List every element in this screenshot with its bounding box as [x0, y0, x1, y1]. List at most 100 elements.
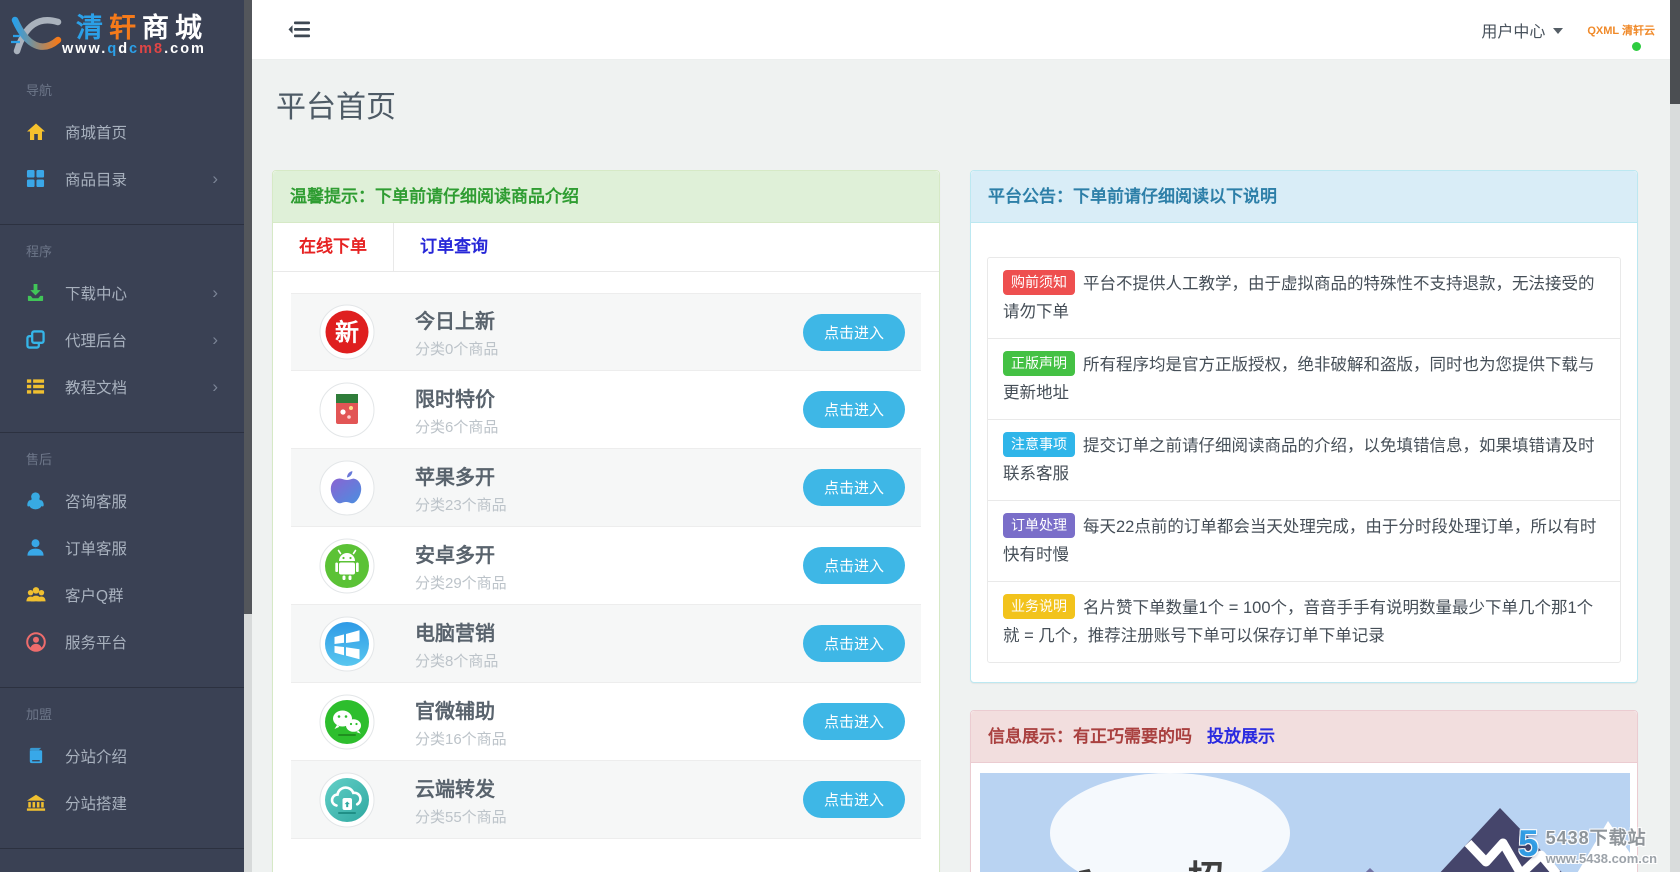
sidebar-scrollbar-thumb[interactable] [244, 0, 252, 614]
sidebar-item-label: 订单客服 [65, 537, 127, 559]
bank-icon [26, 793, 46, 813]
user-center-menu[interactable]: 用户中心 [1481, 18, 1563, 42]
sidebar-item-label: 咨询客服 [65, 490, 127, 512]
sidebar-item-客户Q群[interactable]: 客户Q群 [0, 571, 244, 618]
users-icon [26, 585, 46, 605]
sidebar-toggle-icon[interactable] [288, 21, 311, 38]
enter-button[interactable]: 点击进入 [803, 781, 905, 818]
tips-panel: 温馨提示：下单前请仔细阅读商品介绍 在线下单订单查询 新今日上新分类0个商品点击… [272, 170, 940, 872]
notice-badge: 注意事项 [1003, 432, 1075, 457]
category-list: 新今日上新分类0个商品点击进入限时特价分类6个商品点击进入苹果多开分类23个商品… [291, 293, 921, 839]
sidebar-section-label: 加盟 [0, 698, 244, 732]
chevron-down-icon [1553, 28, 1563, 34]
chevron-right-icon: › [212, 378, 218, 395]
category-row: 云端转发分类55个商品 点击进入 [291, 761, 921, 839]
announcement-panel: 平台公告：下单前请仔细阅读以下说明 购前须知平台不提供人工教学，由于虚拟商品的特… [970, 170, 1638, 683]
brand-url-segment: www. [62, 41, 107, 57]
sidebar-section: 售后咨询客服订单客服客户Q群服务平台 [0, 433, 244, 688]
grid-icon [26, 169, 46, 189]
category-text: 限时特价分类6个商品 [415, 383, 498, 437]
sidebar-item-商城首页[interactable]: 商城首页 [0, 108, 244, 155]
sidebar-item-服务平台[interactable]: 服务平台 [0, 618, 244, 665]
category-count: 分类29个商品 [415, 572, 507, 593]
sidebar-item-label: 代理后台 [65, 329, 127, 351]
notice-item: 业务说明名片赞下单数量1个 = 100个，音音手手有说明数量最少下单几个那1个就… [988, 581, 1620, 662]
sidebar-section: 加盟分站介绍分站搭建 [0, 688, 244, 849]
tab-在线下单[interactable]: 在线下单 [273, 223, 394, 271]
gift-icon [319, 382, 375, 438]
android-icon [319, 538, 375, 594]
brand-url-segment: m [139, 41, 154, 57]
category-count: 分类16个商品 [415, 728, 507, 749]
notice-badge: 购前须知 [1003, 270, 1075, 295]
category-row: 新今日上新分类0个商品点击进入 [291, 293, 921, 371]
category-title: 限时特价 [415, 383, 498, 412]
sidebar-item-label: 商城首页 [65, 121, 127, 143]
category-count: 分类55个商品 [415, 806, 507, 827]
notice-text: 所有程序均是官方正版授权，绝非破解和盗版，同时也为您提供下载与更新地址 [1003, 356, 1595, 402]
notice-badge: 订单处理 [1003, 513, 1075, 538]
category-row: 限时特价分类6个商品 点击进入 [291, 371, 921, 449]
chevron-right-icon: › [212, 170, 218, 187]
info-panel-header: 信息展示：有正巧需要的吗 投放展示 [971, 711, 1637, 763]
ad-char-guang: 广 [1035, 867, 1133, 872]
site-mini-logo[interactable]: QXML 清轩云 [1587, 21, 1655, 39]
category-row: 苹果多开分类23个商品点击进入 [291, 449, 921, 527]
enter-button[interactable]: 点击进入 [803, 314, 905, 351]
tab-订单查询[interactable]: 订单查询 [394, 223, 514, 271]
category-row: 官微辅助分类16个商品 点击进入 [291, 683, 921, 761]
user-icon [26, 538, 46, 558]
book-icon [26, 746, 46, 766]
main-content: 平台首页 温馨提示：下单前请仔细阅读商品介绍 在线下单订单查询 新今日上新分类0… [252, 60, 1670, 872]
wechat-icon [319, 694, 375, 750]
new-badge-icon: 新 [319, 304, 375, 360]
page-title: 平台首页 [276, 82, 396, 126]
category-count: 分类6个商品 [415, 416, 498, 437]
sidebar-section-label: 导航 [0, 74, 244, 108]
sidebar-section-label: 程序 [0, 235, 244, 269]
brand-logo[interactable]: 清轩商城 www.qdcm8.com [0, 0, 244, 64]
sidebar-item-订单客服[interactable]: 订单客服 [0, 524, 244, 571]
notice-list: 购前须知平台不提供人工教学，由于虚拟商品的特殊性不支持退款，无法接受的请勿下单正… [987, 257, 1621, 663]
sidebar-item-代理后台[interactable]: 代理后台› [0, 316, 244, 363]
place-ad-link[interactable]: 投放展示 [1207, 711, 1275, 763]
category-text: 云端转发分类55个商品 [415, 773, 507, 827]
page-scrollbar-thumb[interactable] [1670, 0, 1680, 104]
sidebar-item-分站搭建[interactable]: 分站搭建 [0, 779, 244, 826]
apple-icon [319, 460, 375, 516]
sidebar-item-label: 分站介绍 [65, 745, 127, 767]
brand-title: 清轩商城 [76, 6, 208, 45]
category-text: 安卓多开分类29个商品 [415, 539, 507, 593]
enter-button[interactable]: 点击进入 [803, 469, 905, 506]
home-icon [26, 122, 46, 142]
sidebar-item-教程文档[interactable]: 教程文档› [0, 363, 244, 410]
notice-item: 正版声明所有程序均是官方正版授权，绝非破解和盗版，同时也为您提供下载与更新地址 [988, 338, 1620, 419]
mini-logo-text: QXML 清轩云 [1587, 25, 1655, 37]
notice-item: 购前须知平台不提供人工教学，由于虚拟商品的特殊性不支持退款，无法接受的请勿下单 [988, 258, 1620, 338]
sidebar-item-分站介绍[interactable]: 分站介绍 [0, 732, 244, 779]
category-count: 分类0个商品 [415, 338, 498, 359]
sidebar-item-咨询客服[interactable]: 咨询客服 [0, 477, 244, 524]
notice-badge: 正版声明 [1003, 351, 1075, 376]
enter-button[interactable]: 点击进入 [803, 703, 905, 740]
sidebar-menu: 导航商城首页商品目录›程序下载中心›代理后台›教程文档›售后咨询客服订单客服客户… [0, 64, 244, 849]
enter-button[interactable]: 点击进入 [803, 391, 905, 428]
list-icon [26, 377, 46, 397]
online-status-dot [1632, 42, 1641, 51]
topbar-right: 用户中心 QXML 清轩云 [1481, 18, 1670, 42]
category-row: 安卓多开分类29个商品 点击进入 [291, 527, 921, 605]
notice-item: 注意事项提交订单之前请仔细阅读商品的介绍，以免填错信息，如果填错请及时联系客服 [988, 419, 1620, 500]
ad-banner-image[interactable]: 广 告 招 租 [980, 773, 1630, 872]
notice-text: 平台不提供人工教学，由于虚拟商品的特殊性不支持退款，无法接受的请勿下单 [1003, 275, 1595, 321]
sidebar-scrollbar-track [244, 0, 252, 872]
svg-text:新: 新 [335, 319, 359, 347]
category-title: 安卓多开 [415, 539, 507, 568]
sidebar-item-下载中心[interactable]: 下载中心› [0, 269, 244, 316]
brand-url-segment: 8 [154, 41, 164, 57]
enter-button[interactable]: 点击进入 [803, 547, 905, 584]
category-text: 官微辅助分类16个商品 [415, 695, 507, 749]
user-circle-icon [26, 632, 46, 652]
category-count: 分类23个商品 [415, 494, 507, 515]
enter-button[interactable]: 点击进入 [803, 625, 905, 662]
sidebar-item-商品目录[interactable]: 商品目录› [0, 155, 244, 202]
